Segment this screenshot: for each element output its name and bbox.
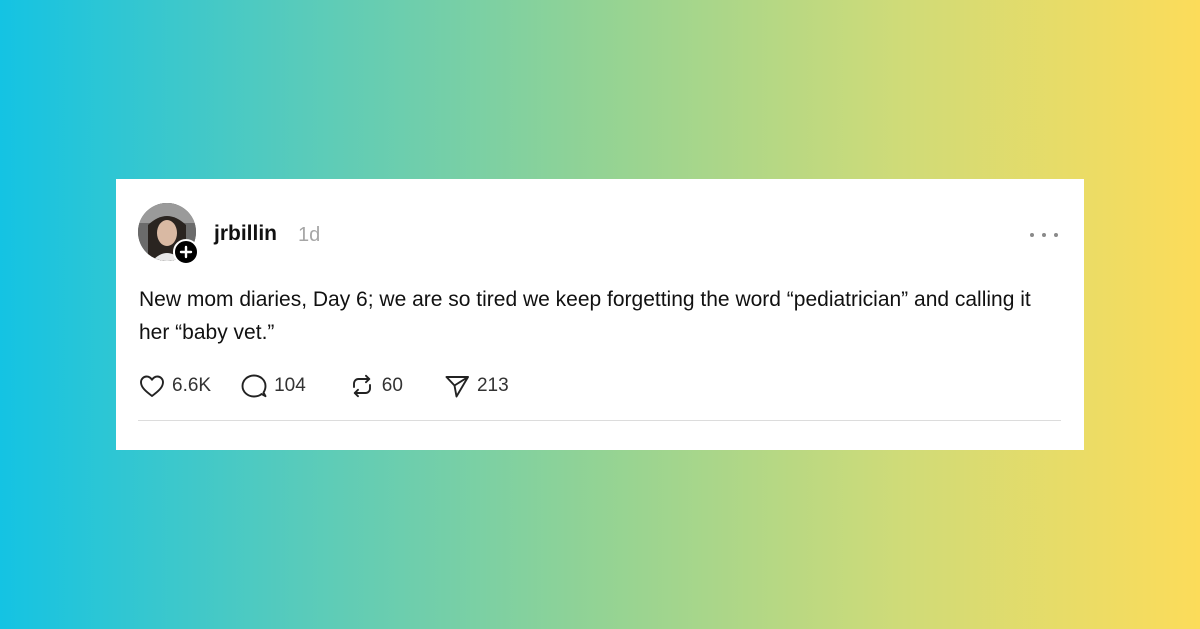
- follow-button[interactable]: [173, 239, 199, 265]
- more-options-button[interactable]: [1030, 223, 1058, 247]
- heart-icon: [140, 375, 164, 397]
- timestamp[interactable]: 1d: [298, 224, 320, 246]
- post-card: jrbillin 1d New mom diaries, Day 6; we a…: [116, 179, 1084, 450]
- action-bar: 6.6K 104 60 213: [138, 372, 509, 400]
- ellipsis-icon: [1030, 233, 1034, 237]
- repost-count: 60: [381, 375, 403, 396]
- like-button[interactable]: 6.6K: [138, 373, 211, 399]
- ellipsis-icon: [1042, 233, 1046, 237]
- repost-button[interactable]: 60: [348, 373, 403, 399]
- share-button[interactable]: 213: [443, 373, 509, 399]
- divider: [138, 420, 1061, 421]
- repost-icon: [352, 374, 371, 398]
- speech-bubble-icon: [241, 374, 267, 398]
- username[interactable]: jrbillin: [214, 222, 277, 246]
- ellipsis-icon: [1054, 233, 1058, 237]
- send-icon: [445, 376, 469, 398]
- plus-icon: [179, 245, 193, 259]
- share-count: 213: [476, 375, 509, 396]
- post-text: New mom diaries, Day 6; we are so tired …: [139, 288, 1031, 344]
- reply-button[interactable]: 104: [240, 373, 306, 399]
- like-count: 6.6K: [172, 375, 212, 396]
- reply-count: 104: [274, 375, 306, 396]
